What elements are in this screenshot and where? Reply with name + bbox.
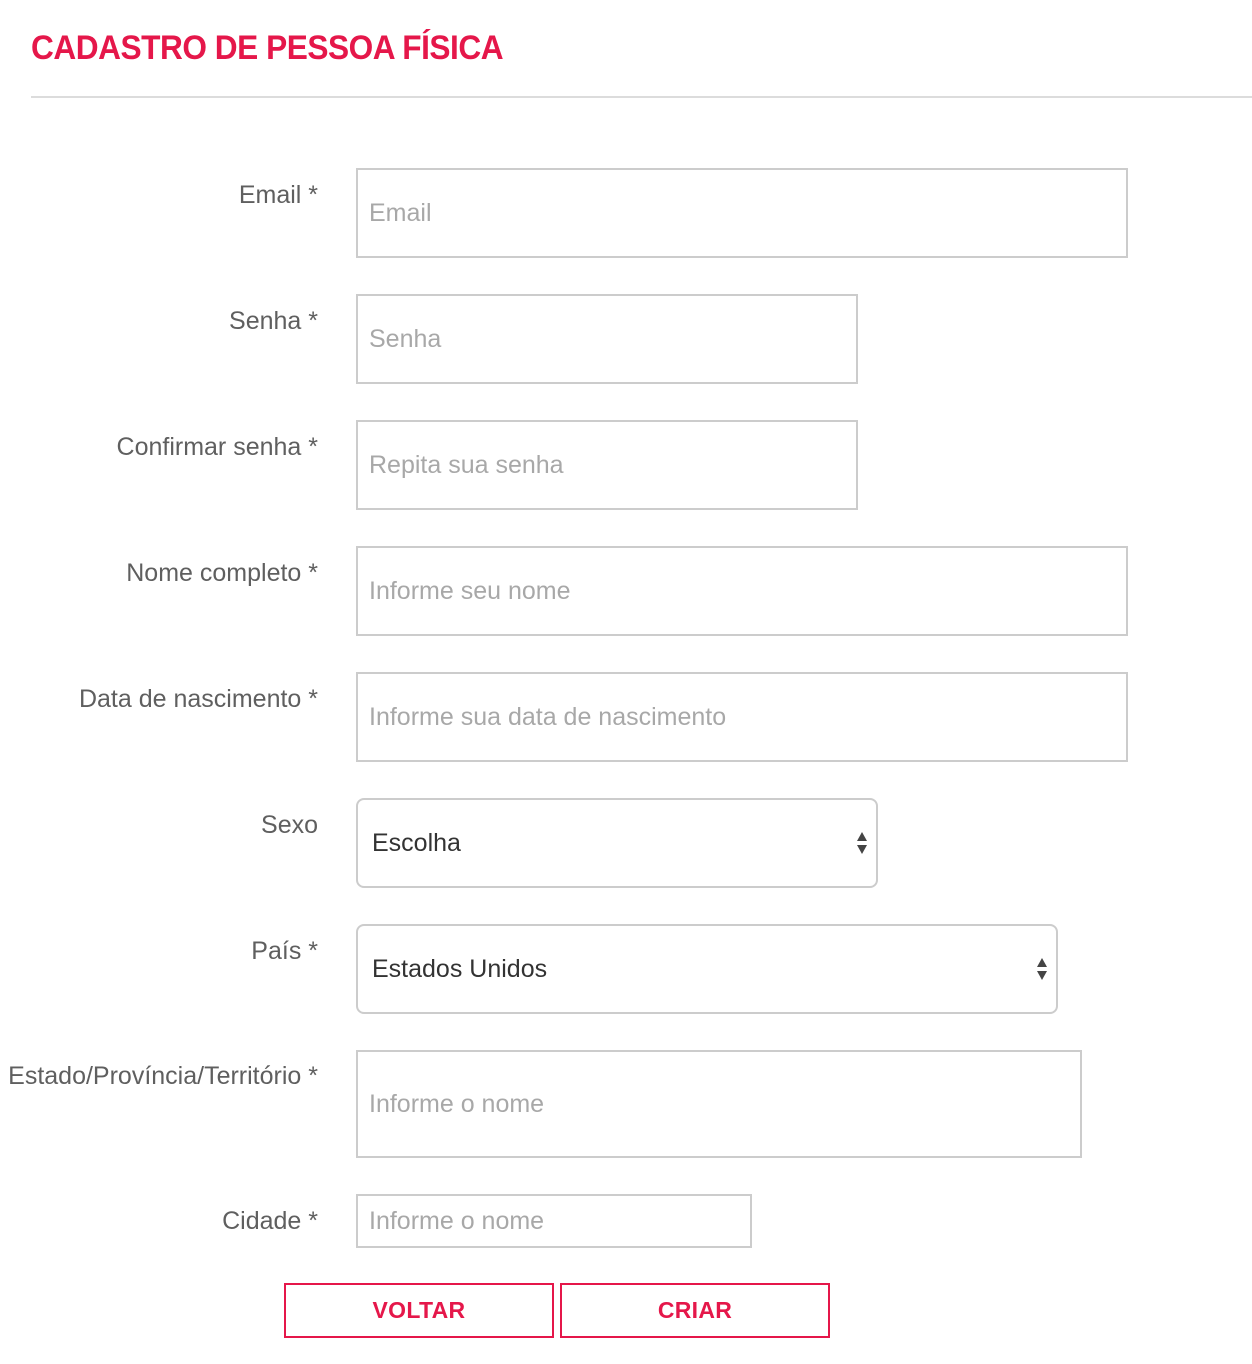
country-label: País * bbox=[251, 937, 318, 965]
page-title: CADASTRO DE PESSOA FÍSICA bbox=[31, 29, 504, 67]
country-select[interactable]: Estados Unidos bbox=[356, 924, 1058, 1014]
create-button[interactable]: CRIAR bbox=[560, 1283, 830, 1338]
sex-select-value: Escolha bbox=[372, 828, 461, 857]
email-input[interactable] bbox=[356, 168, 1128, 258]
password-label: Senha * bbox=[229, 307, 318, 335]
state-label: Estado/Província/Território * bbox=[8, 1062, 318, 1090]
full-name-input[interactable] bbox=[356, 546, 1128, 636]
password-input[interactable] bbox=[356, 294, 858, 384]
up-down-arrows-icon bbox=[857, 832, 867, 854]
confirm-password-input[interactable] bbox=[356, 420, 858, 510]
birth-date-label: Data de nascimento * bbox=[78, 685, 318, 713]
state-input[interactable] bbox=[356, 1050, 1082, 1158]
country-select-value: Estados Unidos bbox=[372, 954, 548, 983]
city-input[interactable] bbox=[356, 1194, 752, 1248]
city-label: Cidade * bbox=[222, 1207, 318, 1235]
title-divider bbox=[31, 96, 1252, 98]
back-button[interactable]: VOLTAR bbox=[284, 1283, 554, 1338]
email-label: Email * bbox=[238, 181, 318, 209]
sex-select[interactable]: Escolha bbox=[356, 798, 878, 888]
birth-date-input[interactable] bbox=[356, 672, 1128, 762]
sex-label: Sexo bbox=[261, 811, 318, 839]
full-name-label: Nome completo * bbox=[126, 559, 318, 587]
up-down-arrows-icon bbox=[1037, 958, 1047, 980]
confirm-password-label: Confirmar senha * bbox=[116, 433, 318, 461]
